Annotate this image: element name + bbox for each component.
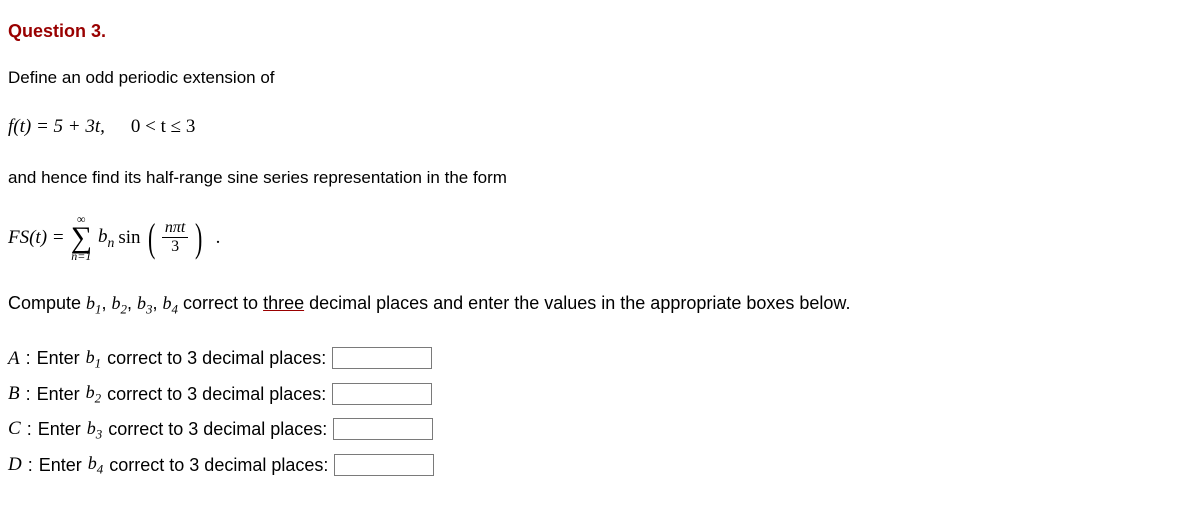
domain-condition: 0 < t ≤ 3 [117,113,209,141]
prompt-b1: b1 [86,344,101,373]
formula-period: . [216,224,221,252]
compute-post: decimal places and enter the values in t… [304,293,850,313]
colon: : [26,381,31,407]
formula-lhs: FS(t) = [8,224,65,252]
label-d: D [8,451,22,479]
enter-word: Enter [37,381,80,407]
question-heading: Question 3. [8,18,1192,44]
function-definition: f(t) = 5 + 3t, [8,113,105,141]
b3-input[interactable] [333,418,433,440]
fraction-denominator: 3 [171,238,179,255]
enter-word: Enter [38,416,81,442]
sigma-lower: n=1 [71,250,91,262]
compute-mid: correct to [178,293,263,313]
compute-instruction: Compute b1, b2, b3, b4 correct to three … [8,290,1192,319]
sigma-block: ∞ ∑ n=1 [71,213,92,263]
fraction-numerator: nπt [162,220,188,238]
bn-base: b [98,226,108,247]
prompt-row-c: C: Enter b3 correct to 3 decimal places: [8,415,1192,444]
b2-input[interactable] [332,383,432,405]
prompt-tail: correct to 3 decimal places: [109,452,328,478]
label-a: A [8,345,20,373]
prompt-tail: correct to 3 decimal places: [107,345,326,371]
sigma-symbol: ∑ [71,225,92,251]
b1-input[interactable] [332,347,432,369]
label-b: B [8,380,20,408]
prompt-tail: correct to 3 decimal places: [108,416,327,442]
fourier-series-formula: FS(t) = ∞ ∑ n=1 bn sin ( nπt 3 ) . [8,213,1192,263]
function-definition-line: f(t) = 5 + 3t, 0 < t ≤ 3 [8,113,1192,141]
prompt-row-d: D: Enter b4 correct to 3 decimal places: [8,450,1192,479]
prompt-row-a: A: Enter b1 correct to 3 decimal places: [8,344,1192,373]
three-underlined: three [263,293,304,313]
prompt-b4: b4 [88,450,103,479]
intro-text: Define an odd periodic extension of [8,66,1192,91]
b3-sym: b3 [137,293,152,313]
prompt-tail: correct to 3 decimal places: [107,381,326,407]
prompt-b2: b2 [86,379,101,408]
colon: : [27,416,32,442]
prompt-row-b: B: Enter b2 correct to 3 decimal places: [8,379,1192,408]
lparen-icon: ( [148,222,155,254]
b1-sym: b1 [86,293,101,313]
hence-line: and hence find its half-range sine serie… [8,166,1192,191]
fraction-npi-t-over-3: nπt 3 [162,220,188,255]
enter-word: Enter [37,345,80,371]
bn-subscript: n [108,235,115,250]
b4-input[interactable] [334,454,434,476]
b4-sym: b4 [163,293,178,313]
label-c: C [8,415,21,443]
b2-sym: b2 [112,293,127,313]
compute-pre: Compute [8,293,86,313]
colon: : [26,345,31,371]
prompt-b3: b3 [87,415,102,444]
rparen-icon: ) [195,222,202,254]
sin-word: sin [118,224,140,252]
colon: : [28,452,33,478]
bn-term: bn [98,223,114,253]
enter-word: Enter [39,452,82,478]
